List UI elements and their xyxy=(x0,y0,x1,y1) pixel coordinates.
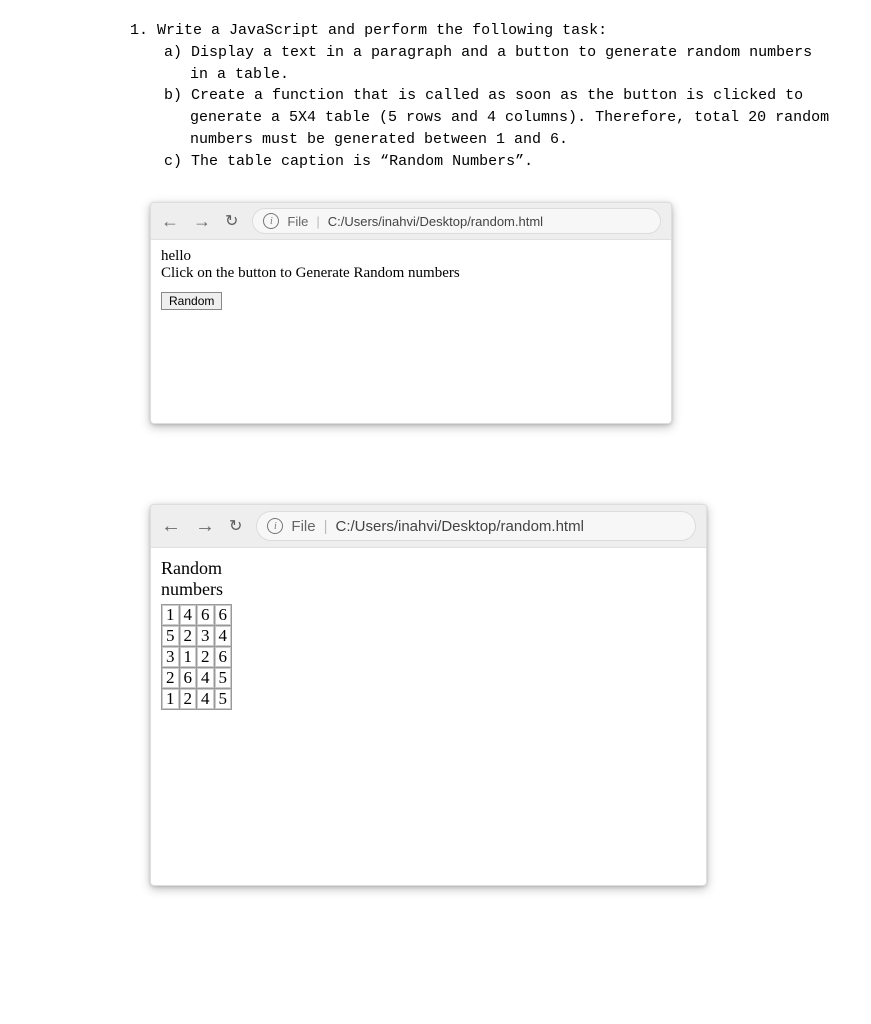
item-letter: b) xyxy=(164,87,182,104)
page-content: hello Click on the button to Generate Ra… xyxy=(151,240,671,318)
table-cell: 6 xyxy=(197,604,215,625)
table-cell: 5 xyxy=(214,688,232,709)
question-number: 1. xyxy=(130,22,148,39)
item-text: Create a function that is called as soon… xyxy=(190,87,829,148)
browser-screenshot-after: ← → ↻ i File | C:/Users/inahvi/Desktop/r… xyxy=(150,504,707,886)
greeting-text: hello xyxy=(161,248,661,265)
table-cell: 5 xyxy=(162,625,180,646)
url-separator: | xyxy=(324,518,328,535)
table-cell: 2 xyxy=(197,646,215,667)
table-cell: 6 xyxy=(179,667,197,688)
table-row: 3 1 2 6 xyxy=(162,646,232,667)
random-button[interactable]: Random xyxy=(161,292,222,310)
question-item: c) The table caption is “Random Numbers”… xyxy=(164,151,831,173)
address-bar[interactable]: i File | C:/Users/inahvi/Desktop/random.… xyxy=(256,511,696,541)
browser-screenshot-before: ← → ↻ i File | C:/Users/inahvi/Desktop/r… xyxy=(150,202,672,424)
random-numbers-table: 1 4 6 6 5 2 3 4 3 1 2 6 2 xyxy=(161,604,232,710)
table-cell: 2 xyxy=(179,688,197,709)
table-cell: 3 xyxy=(162,646,180,667)
table-cell: 3 xyxy=(197,625,215,646)
info-icon: i xyxy=(263,213,279,229)
item-text: The table caption is “Random Numbers”. xyxy=(191,153,533,170)
item-letter: a) xyxy=(164,44,182,61)
question-item: b) Create a function that is called as s… xyxy=(164,85,831,150)
table-row: 2 6 4 5 xyxy=(162,667,232,688)
reload-icon[interactable]: ↻ xyxy=(225,211,238,231)
table-cell: 4 xyxy=(197,667,215,688)
item-letter: c) xyxy=(164,153,182,170)
url-separator: | xyxy=(316,214,319,229)
browser-toolbar: ← → ↻ i File | C:/Users/inahvi/Desktop/r… xyxy=(151,203,671,240)
table-cell: 4 xyxy=(214,625,232,646)
table-cell: 4 xyxy=(197,688,215,709)
url-path: C:/Users/inahvi/Desktop/random.html xyxy=(335,518,583,535)
question-stem: Write a JavaScript and perform the follo… xyxy=(157,22,607,39)
instruction-text: Click on the button to Generate Random n… xyxy=(161,265,661,282)
url-scheme: File xyxy=(287,214,308,229)
url-scheme: File xyxy=(291,518,315,535)
table-cell: 2 xyxy=(162,667,180,688)
table-cell: 2 xyxy=(179,625,197,646)
table-row: 5 2 3 4 xyxy=(162,625,232,646)
browser-toolbar: ← → ↻ i File | C:/Users/inahvi/Desktop/r… xyxy=(151,505,706,548)
table-cell: 1 xyxy=(162,604,180,625)
back-arrow-icon[interactable]: ← xyxy=(161,212,179,230)
table-row: 1 4 6 6 xyxy=(162,604,232,625)
url-path: C:/Users/inahvi/Desktop/random.html xyxy=(328,214,543,229)
reload-icon[interactable]: ↻ xyxy=(229,516,242,536)
address-bar[interactable]: i File | C:/Users/inahvi/Desktop/random.… xyxy=(252,208,661,234)
item-text: Display a text in a paragraph and a butt… xyxy=(190,44,812,83)
table-cell: 1 xyxy=(179,646,197,667)
info-icon: i xyxy=(267,518,283,534)
table-cell: 6 xyxy=(214,604,232,625)
table-cell: 4 xyxy=(179,604,197,625)
table-cell: 5 xyxy=(214,667,232,688)
forward-arrow-icon[interactable]: → xyxy=(193,212,211,230)
page-content: Random numbers 1 4 6 6 5 2 3 4 3 xyxy=(151,548,706,717)
back-arrow-icon[interactable]: ← xyxy=(161,516,181,536)
forward-arrow-icon[interactable]: → xyxy=(195,516,215,536)
table-cell: 6 xyxy=(214,646,232,667)
question-block: 1. Write a JavaScript and perform the fo… xyxy=(130,20,831,172)
table-row: 1 2 4 5 xyxy=(162,688,232,709)
table-caption: Random numbers xyxy=(161,558,696,599)
table-cell: 1 xyxy=(162,688,180,709)
question-item: a) Display a text in a paragraph and a b… xyxy=(164,42,831,86)
